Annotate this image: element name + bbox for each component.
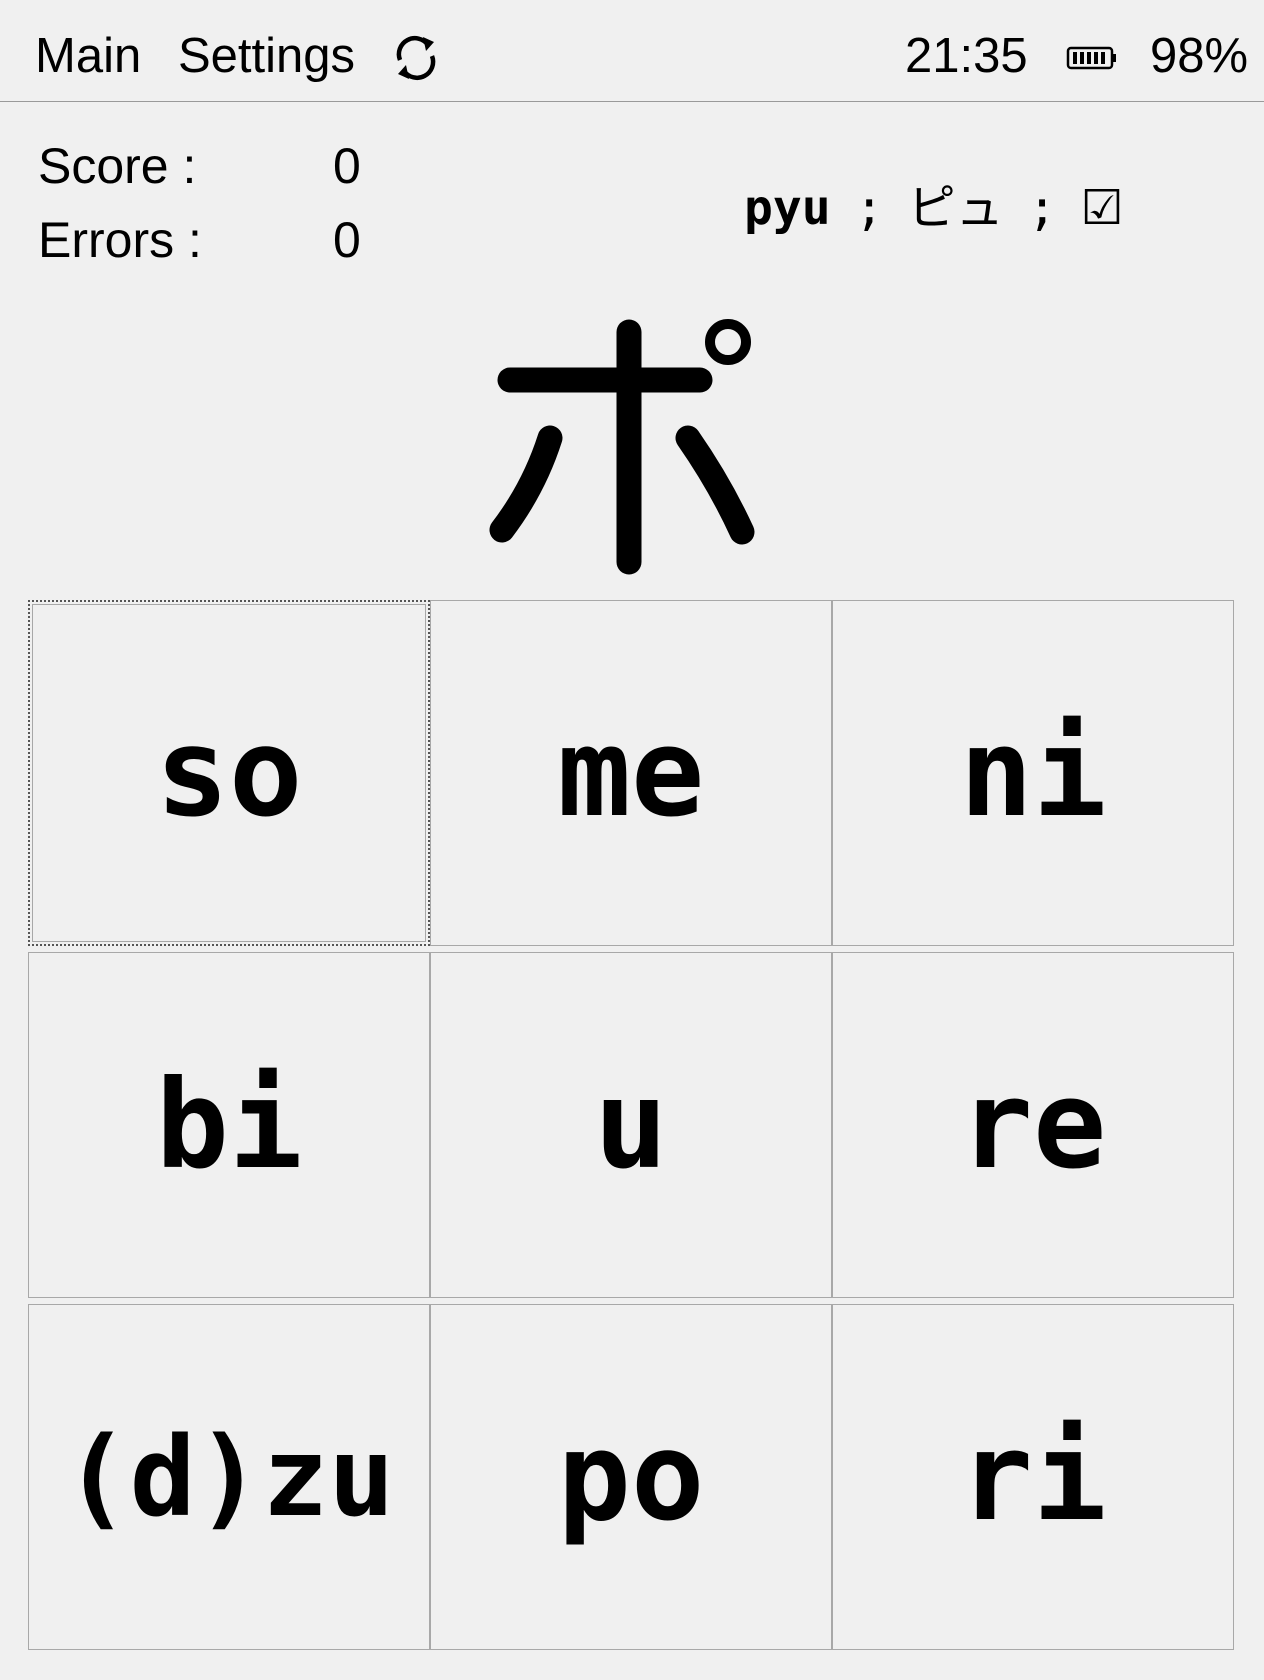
answer-button[interactable]: po — [430, 1304, 832, 1650]
last-answer-kana: ピュ — [907, 180, 1004, 236]
last-answer-feedback: pyu; ピュ; ☑ — [744, 178, 1124, 238]
main-menu-button[interactable]: Main — [35, 26, 141, 86]
answer-button[interactable]: re — [832, 952, 1234, 1298]
score-value: 0 — [333, 138, 361, 194]
question-kana — [482, 302, 782, 582]
sync-icon[interactable] — [388, 30, 444, 86]
errors-label: Errors : — [38, 212, 202, 268]
settings-menu-button[interactable]: Settings — [178, 26, 355, 86]
answer-button[interactable]: bi — [28, 952, 430, 1298]
top-bar: Main Settings 21:35 98% — [0, 0, 1264, 102]
battery-icon — [1066, 44, 1118, 72]
last-answer-romaji: pyu — [744, 180, 831, 236]
errors-value: 0 — [333, 212, 361, 268]
answer-button[interactable]: u — [430, 952, 832, 1298]
separator: ; — [854, 180, 884, 236]
answer-button[interactable]: ri — [832, 1304, 1234, 1650]
answer-button[interactable]: me — [430, 600, 832, 946]
answer-button[interactable]: so — [28, 600, 430, 946]
battery-percent: 98% — [1150, 29, 1249, 83]
answer-button[interactable]: ni — [832, 600, 1234, 946]
answer-button[interactable]: (d)zu — [28, 1304, 430, 1650]
score-label: Score : — [38, 138, 197, 194]
checkmark-icon: ☑ — [1080, 180, 1124, 236]
clock: 21:35 — [905, 29, 1028, 83]
separator: ; — [1027, 180, 1057, 236]
